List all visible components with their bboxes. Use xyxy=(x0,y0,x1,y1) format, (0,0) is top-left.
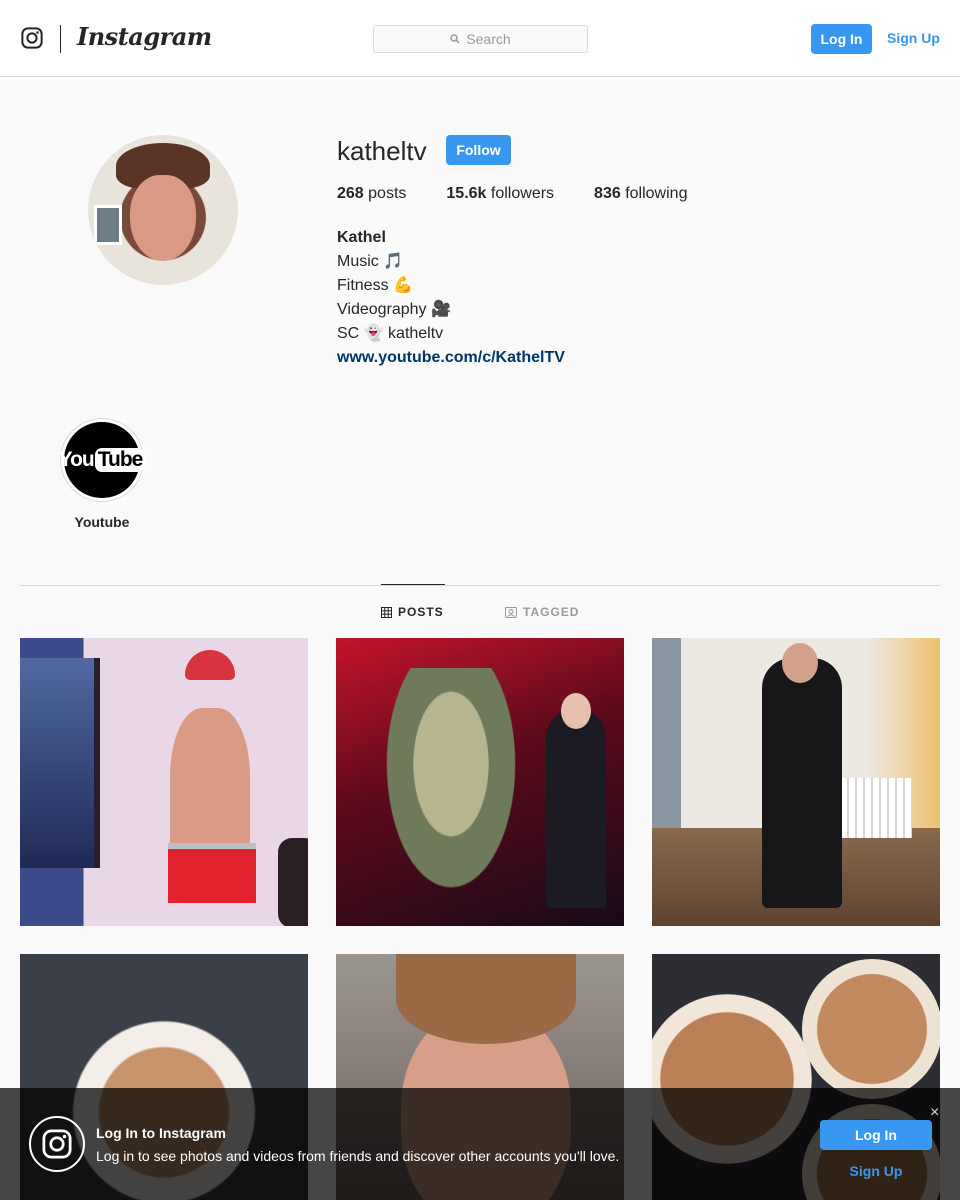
tab-posts[interactable]: POSTS xyxy=(381,605,444,619)
top-nav: Instagram Search Log In Sign Up xyxy=(0,0,960,77)
profile-avatar[interactable] xyxy=(88,135,238,285)
post-thumbnail[interactable] xyxy=(20,638,308,926)
tabs-divider xyxy=(20,585,940,586)
signup-link[interactable]: Sign Up xyxy=(887,30,940,46)
posts-label: posts xyxy=(368,185,407,202)
post-thumbnail[interactable] xyxy=(652,638,940,926)
follow-button[interactable]: Follow xyxy=(446,135,511,165)
login-button[interactable]: Log In xyxy=(811,24,872,54)
highlight-label[interactable]: Youtube xyxy=(52,514,152,530)
highlight-youtube[interactable]: You Tube xyxy=(59,418,146,502)
post-thumbnail[interactable] xyxy=(336,638,624,926)
profile-stats: 268 posts 15.6k followers 836 following xyxy=(337,185,727,203)
followers-label: followers xyxy=(490,185,555,202)
profile-bio: Kathel Music 🎵 Fitness 💪 Videography 🎥 S… xyxy=(337,226,565,370)
grid-icon xyxy=(381,606,392,618)
following-count: 836 xyxy=(594,185,621,202)
stat-following[interactable]: 836 following xyxy=(594,185,687,203)
tab-tagged-label: TAGGED xyxy=(523,605,580,619)
banner-signup-link[interactable]: Sign Up xyxy=(820,1163,932,1179)
tagged-icon xyxy=(505,606,517,618)
banner-title: Log In to Instagram xyxy=(96,1125,226,1141)
stat-posts: 268 posts xyxy=(337,185,406,203)
active-tab-indicator xyxy=(381,584,445,585)
close-icon[interactable]: × xyxy=(930,1104,939,1122)
profile-username: katheltv xyxy=(337,136,427,166)
search-input[interactable]: Search xyxy=(373,25,588,53)
banner-text: Log in to see photos and videos from fri… xyxy=(96,1148,620,1164)
posts-count: 268 xyxy=(337,185,364,202)
followers-count: 15.6k xyxy=(446,185,487,202)
banner-login-button[interactable]: Log In xyxy=(820,1120,932,1150)
youtube-logo-icon: You Tube xyxy=(59,422,146,498)
search-placeholder: Search xyxy=(466,31,511,47)
instagram-wordmark[interactable]: Instagram xyxy=(77,22,212,51)
following-label: following xyxy=(625,185,688,202)
bio-name: Kathel xyxy=(337,229,386,246)
login-banner: Log In to Instagram Log in to see photos… xyxy=(0,1088,960,1200)
bio-line: SC 👻 katheltv xyxy=(337,325,444,342)
tab-posts-label: POSTS xyxy=(398,605,444,619)
instagram-glyph-icon xyxy=(29,1116,85,1172)
instagram-glyph-icon[interactable] xyxy=(21,27,43,49)
bio-website-link[interactable]: www.youtube.com/c/KathelTV xyxy=(337,346,565,370)
bio-line: Videography 🎥 xyxy=(337,301,451,318)
tab-tagged[interactable]: TAGGED xyxy=(505,605,579,619)
search-icon xyxy=(450,34,460,44)
stat-followers[interactable]: 15.6k followers xyxy=(446,185,554,203)
nav-divider xyxy=(60,25,61,53)
bio-line: Music 🎵 xyxy=(337,253,404,270)
bio-line: Fitness 💪 xyxy=(337,277,413,294)
